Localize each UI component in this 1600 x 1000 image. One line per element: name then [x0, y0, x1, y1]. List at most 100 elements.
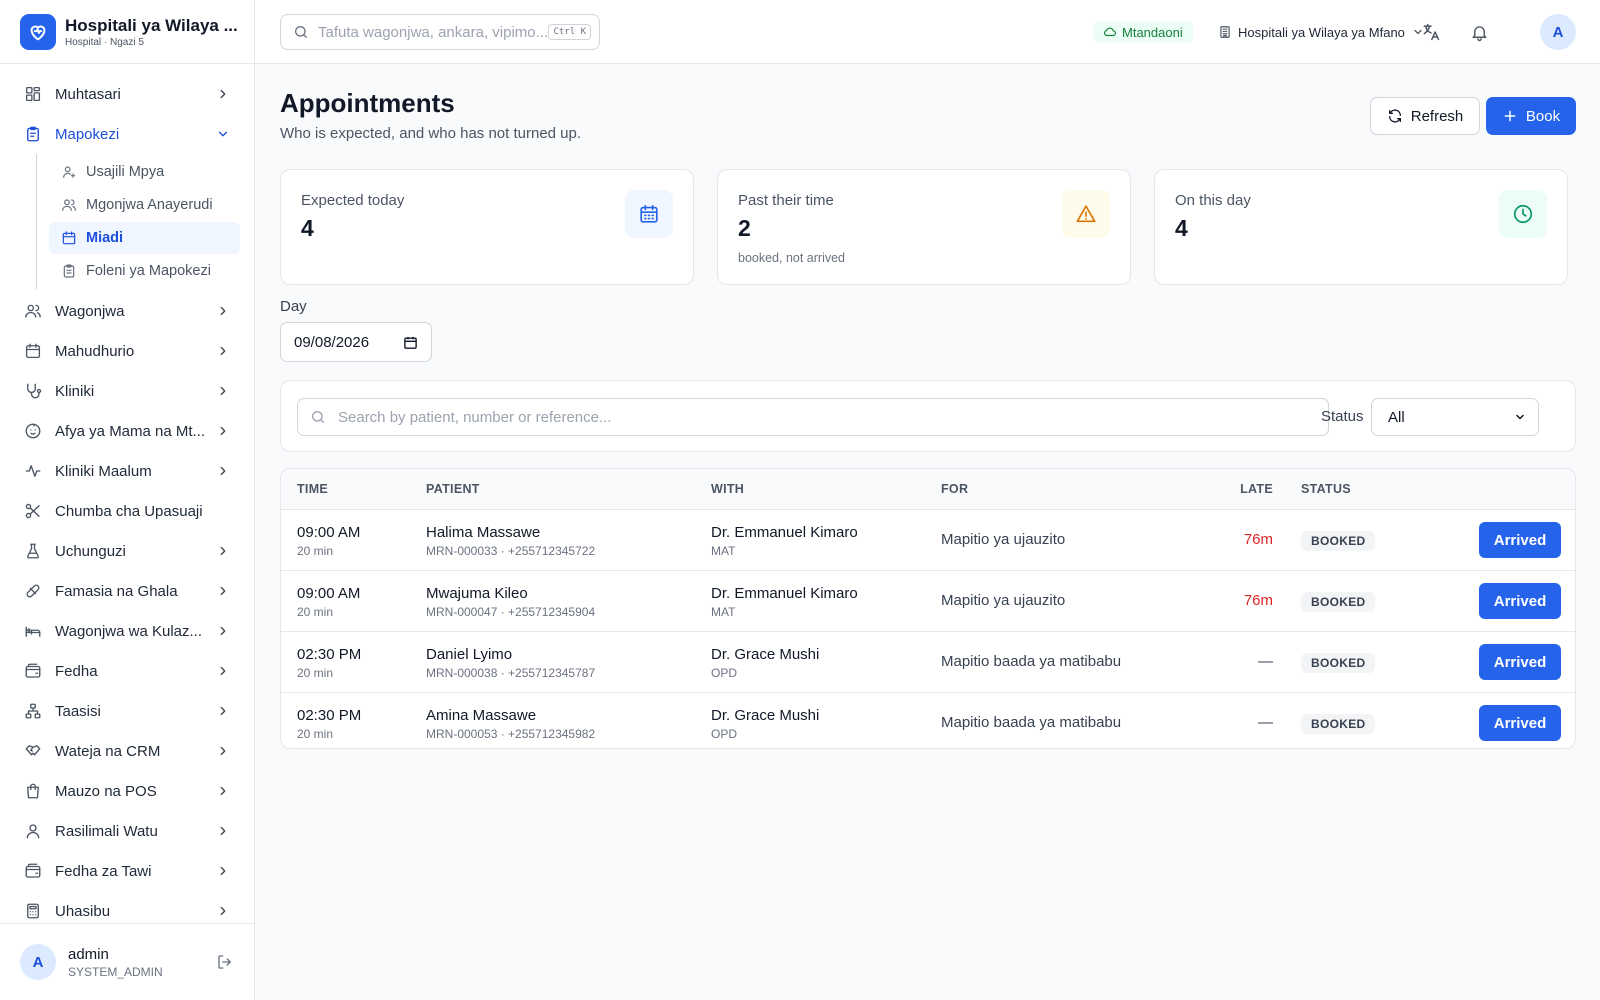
- users-icon: [24, 302, 42, 320]
- late-minutes: —: [1258, 653, 1273, 670]
- appointment-time-cell: 02:30 PM 20 min: [297, 707, 361, 741]
- provider-name: Dr. Grace Mushi: [711, 646, 820, 663]
- provider-department: OPD: [711, 666, 738, 680]
- day-date-input[interactable]: 09/08/2026: [280, 322, 432, 362]
- user-role: SYSTEM_ADMIN: [68, 964, 163, 979]
- bell-icon[interactable]: [1467, 20, 1491, 44]
- table-row[interactable]: 09:00 AM 20 min Mwajuma Kileo MRN-000047 · …: [281, 571, 1575, 632]
- sidebar-item-fedha[interactable]: Fedha: [14, 651, 240, 691]
- sidebar-nav: Muhtasari Mapokezi Usajili Mpya Mgonjwa Ana…: [0, 64, 254, 923]
- facility-selector[interactable]: Hospitali ya Wilaya ya Mfano: [1218, 20, 1424, 44]
- sidebar-item-label: Chumba cha Upasuaji: [55, 502, 203, 520]
- global-search-input[interactable]: [318, 23, 549, 41]
- sidebar-submenu: Usajili Mpya Mgonjwa Anayerudi Miadi Foleni…: [36, 154, 240, 289]
- patient-cell: Mwajuma Kileo MRN-000047 · +255712345904: [426, 585, 595, 619]
- patient-name: Mwajuma Kileo: [426, 585, 528, 602]
- book-button[interactable]: Book: [1486, 97, 1576, 135]
- patient-name: Amina Massawe: [426, 707, 537, 724]
- filter-bar: Status All: [280, 380, 1576, 452]
- appointment-time: 09:00 AM: [297, 585, 361, 602]
- patient-name: Halima Massawe: [426, 524, 541, 541]
- stat-value: 4: [1175, 215, 1188, 241]
- account-avatar[interactable]: A: [1540, 14, 1576, 50]
- sidebar-item-mapokezi[interactable]: Mapokezi: [14, 114, 240, 154]
- clipboard-icon: [24, 125, 42, 143]
- provider-name: Dr. Emmanuel Kimaro: [711, 524, 858, 541]
- table-row[interactable]: 02:30 PM 20 min Daniel Lyimo MRN-000038 · +…: [281, 632, 1575, 693]
- sidebar-item-wagonjwa-wa-kulaz[interactable]: Wagonjwa wa Kulaz...: [14, 611, 240, 651]
- chevron-right-icon: [216, 424, 230, 438]
- mark-arrived-button[interactable]: Arrived: [1479, 522, 1561, 558]
- sidebar-item-mahudhurio[interactable]: Mahudhurio: [14, 331, 240, 371]
- table-header: TIME PATIENT WITH FOR LATE STATUS: [281, 469, 1575, 510]
- sidebar-item-label: Uchunguzi: [55, 542, 126, 560]
- sidebar-item-label: Kliniki: [55, 382, 95, 400]
- refresh-button[interactable]: Refresh: [1370, 97, 1480, 135]
- patient-meta: MRN-000033 · +255712345722: [426, 544, 596, 558]
- sidebar-item-wagonjwa[interactable]: Wagonjwa: [14, 291, 240, 331]
- appointment-search-input[interactable]: [338, 408, 1316, 426]
- sidebar-item-kliniki-maalum[interactable]: Kliniki Maalum: [14, 451, 240, 491]
- sidebar-subitem-miadi[interactable]: Miadi: [49, 222, 240, 254]
- logout-icon[interactable]: [216, 953, 234, 971]
- global-search[interactable]: Ctrl K: [280, 14, 600, 50]
- sidebar-item-famasia-na-ghala[interactable]: Famasia na Ghala: [14, 571, 240, 611]
- patient-meta: MRN-000047 · +255712345904: [426, 605, 596, 619]
- translate-icon[interactable]: [1419, 20, 1443, 44]
- baby-icon: [24, 422, 42, 440]
- sidebar-item-rasilimali-watu[interactable]: Rasilimali Watu: [14, 811, 240, 851]
- late-minutes: 76m: [1243, 531, 1273, 548]
- brand-title: Hospitali ya Wilaya ...: [65, 15, 238, 35]
- sidebar-subitem-foleni-ya-mapokezi[interactable]: Foleni ya Mapokezi: [49, 255, 240, 287]
- sidebar-item-taasisi[interactable]: Taasisi: [14, 691, 240, 731]
- sidebar-subitem-label: Mgonjwa Anayerudi: [86, 197, 213, 213]
- calendar-icon: [24, 342, 42, 360]
- sidebar-item-afya-ya-mama-na-mt[interactable]: Afya ya Mama na Mt...: [14, 411, 240, 451]
- chevron-right-icon: [216, 344, 230, 358]
- sidebar-item-fedha-za-tawi[interactable]: Fedha za Tawi: [14, 851, 240, 891]
- chevron-right-icon: [216, 624, 230, 638]
- status-badge: BOOKED: [1301, 653, 1376, 673]
- wallet-icon: [24, 862, 42, 880]
- sidebar-item-muhtasari[interactable]: Muhtasari: [14, 74, 240, 114]
- sidebar-item-wateja-na-crm[interactable]: Wateja na CRM: [14, 731, 240, 771]
- sidebar-item-uchunguzi[interactable]: Uchunguzi: [14, 531, 240, 571]
- appointment-reason: Mapitio baada ya matibabu: [941, 714, 1122, 731]
- users-icon: [61, 197, 77, 213]
- appointment-search[interactable]: [297, 398, 1329, 436]
- table-row[interactable]: 02:30 PM 20 min Amina Massawe MRN-000053 · …: [281, 693, 1575, 748]
- sidebar-subitem-usajili-mpya[interactable]: Usajili Mpya: [49, 156, 240, 188]
- table-row[interactable]: 09:00 AM 20 min Halima Massawe MRN-000033 ·…: [281, 510, 1575, 571]
- appointment-time: 02:30 PM: [297, 646, 362, 663]
- provider-department: MAT: [711, 544, 736, 558]
- sidebar-item-label: Famasia na Ghala: [55, 582, 178, 600]
- calendar-icon[interactable]: [403, 335, 418, 350]
- provider-name: Dr. Emmanuel Kimaro: [711, 585, 858, 602]
- patient-meta: MRN-000038 · +255712345787: [426, 666, 596, 680]
- sidebar-item-label: Wagonjwa wa Kulaz...: [55, 622, 203, 640]
- flask-icon: [24, 542, 42, 560]
- user-profile: A admin SYSTEM_ADMIN: [0, 923, 254, 1000]
- heart-logo-icon: [20, 13, 56, 50]
- mark-arrived-button[interactable]: Arrived: [1479, 644, 1561, 680]
- sidebar-subitem-label: Miadi: [86, 230, 124, 246]
- status-badge: BOOKED: [1301, 531, 1376, 551]
- cloud-icon: [1103, 25, 1117, 39]
- day-label: Day: [280, 298, 307, 315]
- sidebar-item-mauzo-na-pos[interactable]: Mauzo na POS: [14, 771, 240, 811]
- pill-icon: [24, 582, 42, 600]
- appointment-duration: 20 min: [297, 605, 334, 619]
- brand[interactable]: Hospitali ya Wilaya ... Hospital · Ngazi…: [0, 0, 254, 64]
- mark-arrived-button[interactable]: Arrived: [1479, 705, 1561, 741]
- mark-arrived-button[interactable]: Arrived: [1479, 583, 1561, 619]
- user-avatar[interactable]: A: [20, 944, 56, 980]
- sidebar-item-kliniki[interactable]: Kliniki: [14, 371, 240, 411]
- sidebar-subitem-mgonjwa-anayerudi[interactable]: Mgonjwa Anayerudi: [49, 189, 240, 221]
- sidebar-item-uhasibu[interactable]: Uhasibu: [14, 891, 240, 923]
- appointment-time-cell: 02:30 PM 20 min: [297, 646, 361, 680]
- column-header-patient: PATIENT: [426, 482, 480, 496]
- sidebar-item-label: Muhtasari: [55, 85, 121, 103]
- status-filter-select[interactable]: All: [1371, 398, 1539, 436]
- sidebar-item-chumba-cha-upasuaji[interactable]: Chumba cha Upasuaji: [14, 491, 240, 531]
- sidebar-item-label: Fedha za Tawi: [55, 862, 152, 880]
